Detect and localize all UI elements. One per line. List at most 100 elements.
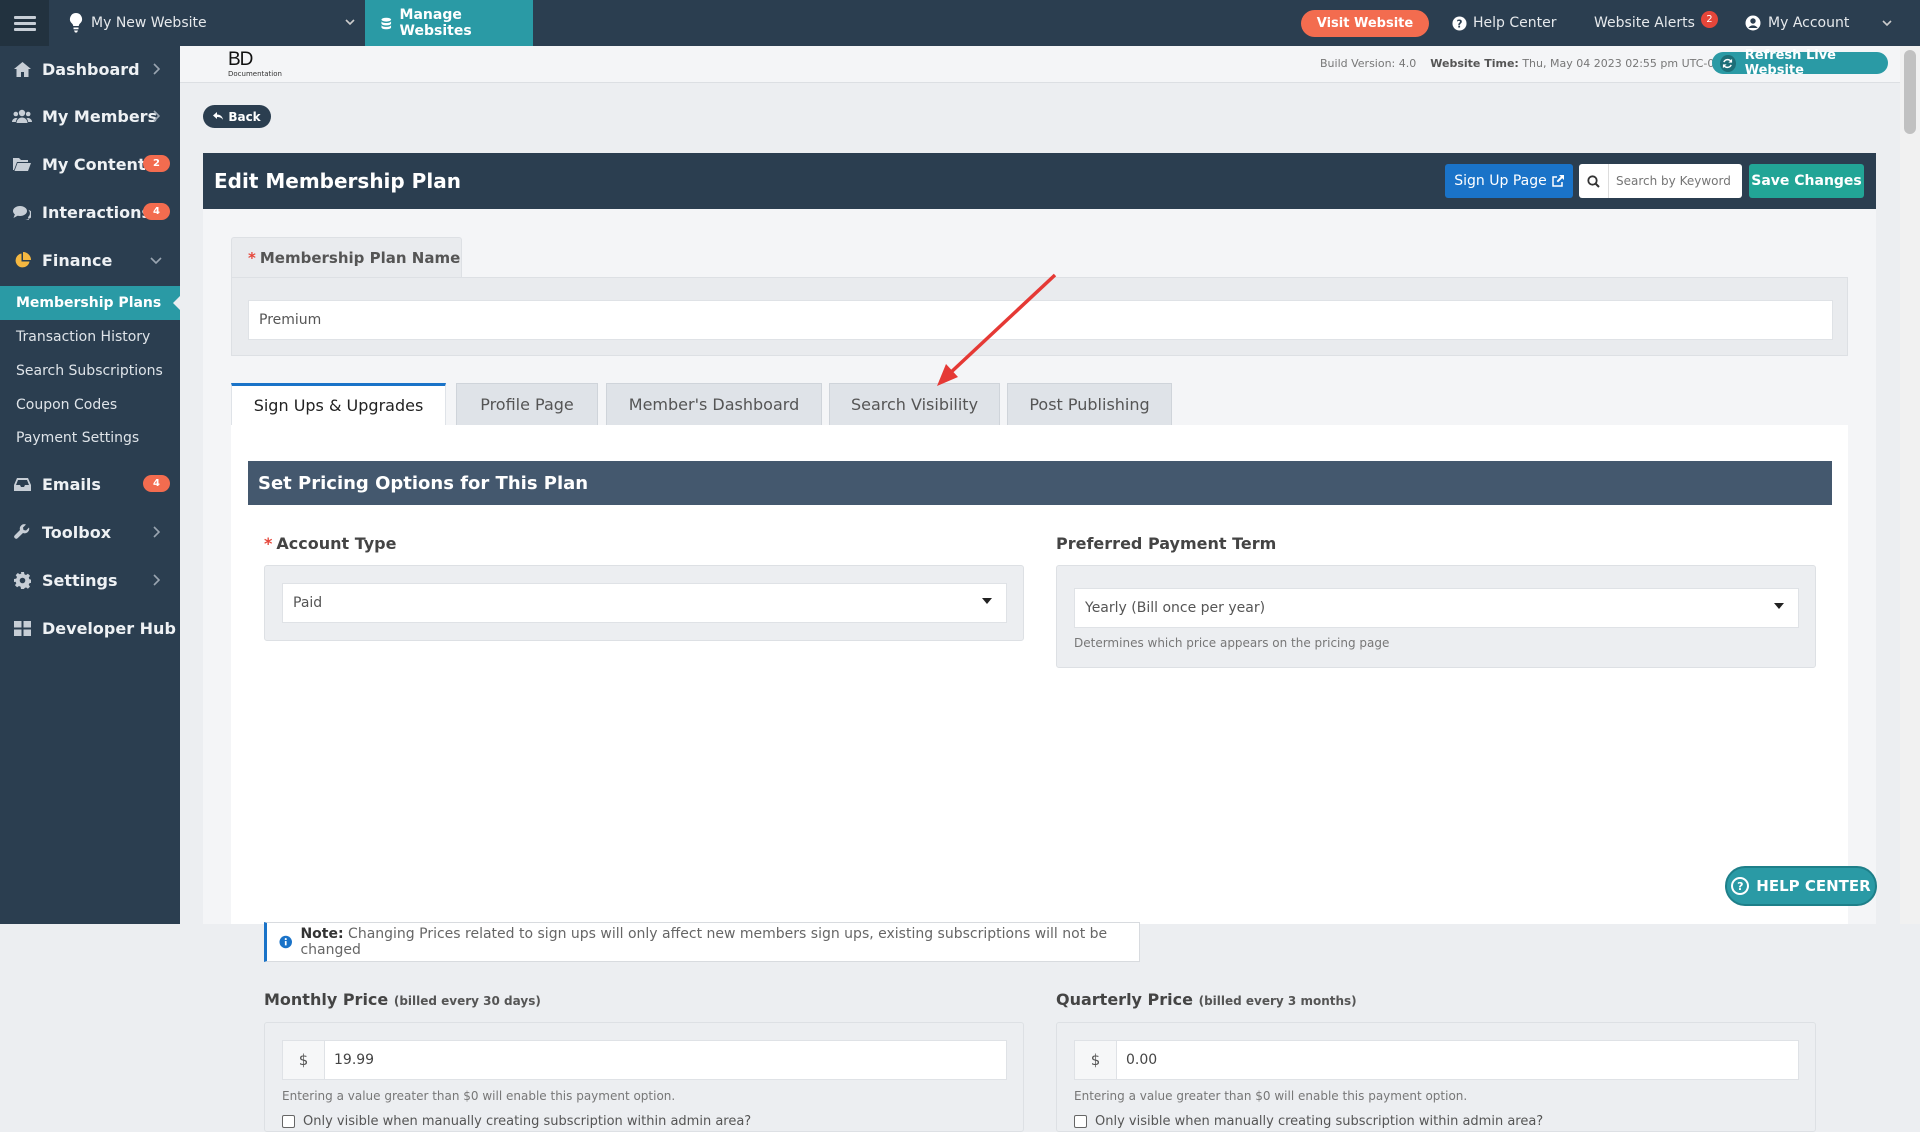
sidebar: Dashboard My Members My Content 2 Intera… xyxy=(0,46,181,924)
sidebar-sub-search-subscriptions[interactable]: Search Subscriptions xyxy=(0,354,180,388)
external-link-icon xyxy=(1551,175,1564,187)
sidebar-sub-coupon-codes[interactable]: Coupon Codes xyxy=(0,388,180,422)
hamburger-icon xyxy=(13,13,36,34)
manage-websites-label: Manage Websites xyxy=(399,7,472,39)
chevron-down-icon xyxy=(345,19,355,26)
tab-members-dashboard[interactable]: Member's Dashboard xyxy=(606,383,822,425)
reply-arrow-icon xyxy=(213,112,224,120)
payment-term-label: Preferred Payment Term xyxy=(1056,534,1277,553)
sidebar-item-emails[interactable]: Emails 4 xyxy=(0,461,180,507)
sign-up-page-button[interactable]: Sign Up Page xyxy=(1445,164,1573,198)
website-alerts-label: Website Alerts xyxy=(1594,15,1695,31)
website-time-label: Website Time: xyxy=(1430,57,1519,70)
section-header: Set Pricing Options for This Plan xyxy=(248,461,1832,505)
database-icon xyxy=(381,17,392,29)
sidebar-item-interactions[interactable]: Interactions 4 xyxy=(0,189,180,235)
folder-icon xyxy=(12,156,32,172)
sidebar-item-toolbox[interactable]: Toolbox xyxy=(0,509,180,555)
chevron-right-icon xyxy=(153,110,160,122)
help-center-float-label: HELP CENTER xyxy=(1756,877,1871,895)
sidebar-item-dashboard[interactable]: Dashboard xyxy=(0,46,180,92)
search-input[interactable] xyxy=(1609,174,1734,188)
sidebar-item-label: Dashboard xyxy=(42,59,140,79)
account-type-label: * Account Type xyxy=(264,534,396,553)
quarterly-price-value: 0.00 xyxy=(1126,1052,1158,1068)
checkbox-box[interactable] xyxy=(282,1115,295,1128)
save-changes-button[interactable]: Save Changes xyxy=(1749,164,1864,198)
site-logo[interactable]: BD Documentation xyxy=(228,50,288,79)
monthly-price-label: Monthly Price (billed every 30 days) xyxy=(264,990,541,1009)
quarterly-price-sub: (billed every 3 months) xyxy=(1198,994,1357,1008)
sidebar-sub-payment-settings[interactable]: Payment Settings xyxy=(0,421,180,455)
help-center-link[interactable]: ? Help Center xyxy=(1452,0,1557,46)
sidebar-sub-transaction-history[interactable]: Transaction History xyxy=(0,320,180,354)
plan-name-label: * Membership Plan Name xyxy=(231,237,462,277)
user-circle-icon xyxy=(1745,15,1761,31)
note-bold: Note: xyxy=(300,926,344,942)
sidebar-item-label: My Content xyxy=(42,154,146,174)
refresh-label: Refresh Live Website xyxy=(1744,48,1836,78)
account-type-label-text: Account Type xyxy=(276,534,397,553)
caret-down-icon xyxy=(1774,603,1784,609)
tab-content: Set Pricing Options for This Plan * Accou… xyxy=(231,425,1848,1132)
quarterly-price-hint: Entering a value greater than $0 will en… xyxy=(1074,1089,1468,1103)
visit-website-button[interactable]: Visit Website xyxy=(1301,10,1429,37)
tab-post-publishing[interactable]: Post Publishing xyxy=(1007,383,1172,425)
menu-toggle-button[interactable] xyxy=(0,0,49,46)
sidebar-item-label: Finance xyxy=(42,250,113,270)
build-info: Build Version: 4.0 Website Time: Thu, Ma… xyxy=(1320,57,1739,70)
scrollbar-thumb[interactable] xyxy=(1904,50,1916,134)
monthly-price-input[interactable]: $ 19.99 xyxy=(282,1040,1007,1080)
alerts-count-badge: 2 xyxy=(1700,10,1718,28)
refresh-live-website-button[interactable]: Refresh Live Website xyxy=(1712,48,1888,78)
website-selector[interactable]: My New Website xyxy=(49,0,365,46)
website-name: My New Website xyxy=(91,15,207,31)
help-center-floating-button[interactable]: ? HELP CENTER xyxy=(1725,866,1877,906)
refresh-icon xyxy=(1720,54,1736,72)
my-account-menu[interactable]: My Account xyxy=(1745,0,1892,46)
chevron-down-icon xyxy=(1882,20,1892,27)
tab-profile-page[interactable]: Profile Page xyxy=(456,383,598,425)
tab-sign-ups-upgrades[interactable]: Sign Ups & Upgrades xyxy=(231,383,446,425)
sidebar-item-label: Emails xyxy=(42,474,101,494)
sidebar-item-developer-hub[interactable]: Developer Hub xyxy=(0,605,180,651)
sidebar-item-label: My Members xyxy=(42,106,158,126)
checkbox-box[interactable] xyxy=(1074,1115,1087,1128)
account-type-select[interactable]: Paid xyxy=(282,583,1007,623)
monthly-admin-only-checkbox[interactable]: Only visible when manually creating subs… xyxy=(282,1114,751,1129)
sidebar-item-my-content[interactable]: My Content 2 xyxy=(0,141,180,187)
currency-symbol: $ xyxy=(1075,1041,1117,1079)
checkbox-label: Only visible when manually creating subs… xyxy=(303,1114,752,1129)
tab-search-visibility[interactable]: Search Visibility xyxy=(829,383,1000,425)
sidebar-item-label: Settings xyxy=(42,570,118,590)
pie-chart-icon xyxy=(12,251,32,268)
caret-down-icon xyxy=(982,598,992,604)
quarterly-price-input[interactable]: $ 0.00 xyxy=(1074,1040,1799,1080)
info-circle-icon xyxy=(279,935,292,949)
users-icon xyxy=(12,108,32,124)
keyword-search[interactable] xyxy=(1579,164,1742,198)
inbox-icon xyxy=(12,476,32,492)
website-alerts-link[interactable]: Website Alerts 2 xyxy=(1594,0,1718,46)
quarterly-price-label: Quarterly Price (billed every 3 months) xyxy=(1056,990,1357,1009)
back-label: Back xyxy=(228,109,261,124)
payment-term-select[interactable]: Yearly (Bill once per year) xyxy=(1074,588,1799,628)
svg-text:?: ? xyxy=(1457,18,1463,30)
account-type-box: Paid xyxy=(264,565,1024,641)
question-circle-icon: ? xyxy=(1731,877,1750,895)
sidebar-item-settings[interactable]: Settings xyxy=(0,557,180,603)
plan-name-input[interactable] xyxy=(248,300,1833,340)
question-circle-icon: ? xyxy=(1452,15,1467,31)
sidebar-item-my-members[interactable]: My Members xyxy=(0,93,180,139)
sidebar-sub-membership-plans[interactable]: Membership Plans xyxy=(0,286,181,320)
quarterly-price-box: $ 0.00 Entering a value greater than $0 … xyxy=(1056,1022,1816,1132)
quarterly-admin-only-checkbox[interactable]: Only visible when manually creating subs… xyxy=(1074,1114,1543,1129)
monthly-price-label-text: Monthly Price xyxy=(264,990,389,1009)
sidebar-item-finance[interactable]: Finance xyxy=(0,237,180,283)
manage-websites-button[interactable]: Manage Websites xyxy=(365,0,533,46)
count-badge: 4 xyxy=(143,475,170,492)
back-button[interactable]: Back xyxy=(203,105,271,128)
home-icon xyxy=(12,61,32,77)
monthly-price-hint: Entering a value greater than $0 will en… xyxy=(282,1089,676,1103)
page-scrollbar[interactable] xyxy=(1900,46,1920,924)
